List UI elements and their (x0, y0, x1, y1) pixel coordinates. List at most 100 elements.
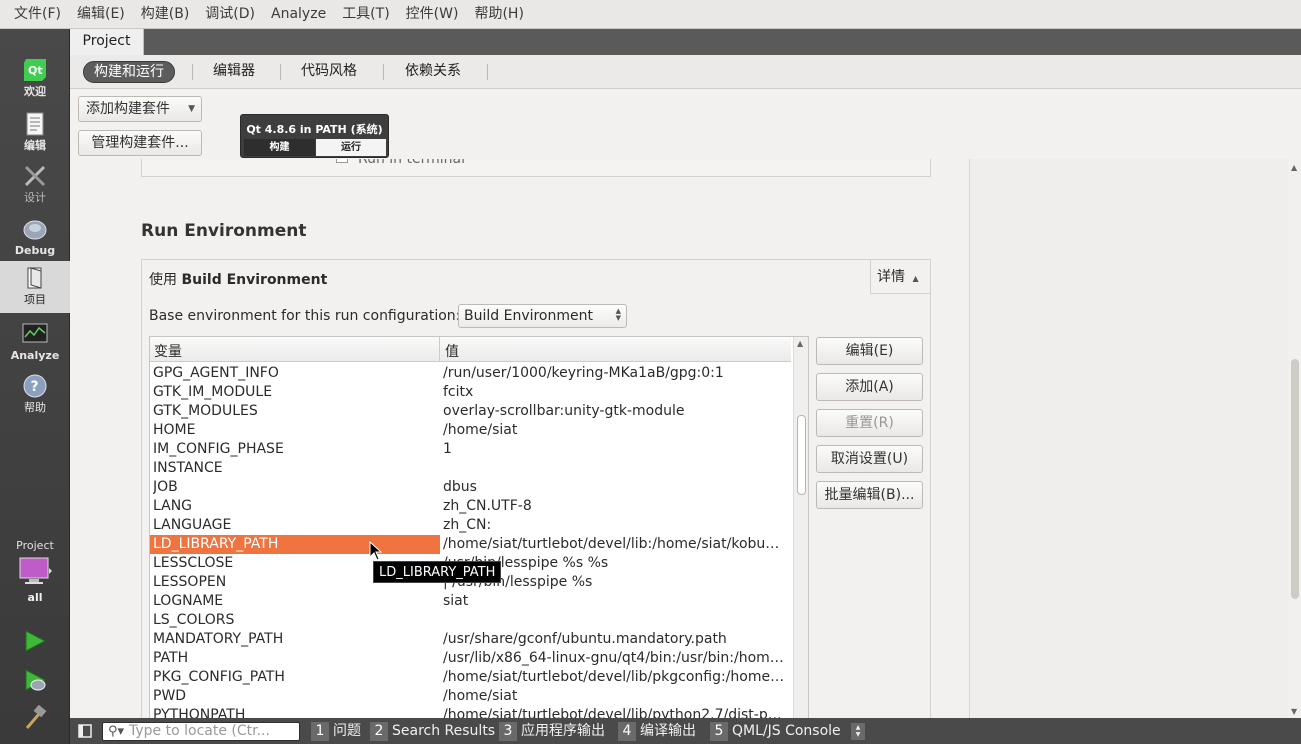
variable-name-cell[interactable]: JOB (153, 478, 439, 497)
variable-value-cell[interactable]: /home/siat (443, 421, 788, 440)
variable-value-cell[interactable]: /home/siat/turtlebot/devel/lib:/home/sia… (443, 535, 788, 554)
table-row[interactable]: PYTHONPATH/home/siat/turtlebot/devel/lib… (150, 706, 791, 718)
edit-variable-button[interactable]: 编辑(E) (816, 337, 923, 365)
menu-widgets[interactable]: 控件(W) (398, 0, 467, 29)
page-scroll-up-icon[interactable]: ▲ (1291, 163, 1297, 172)
pane-application-output[interactable]: 3 应用程序输出 (499, 722, 605, 741)
variable-value-cell[interactable]: overlay-scrollbar:unity-gtk-module (443, 402, 788, 421)
variable-value-cell[interactable]: /home/siat/turtlebot/devel/lib/pkgconfig… (443, 668, 788, 687)
table-row[interactable]: PWD/home/siat (150, 687, 791, 706)
target-monitor-icon[interactable] (18, 557, 52, 587)
variable-name-cell[interactable]: PWD (153, 687, 439, 706)
base-environment-select[interactable]: Build Environment ▲ ▼ (458, 304, 627, 328)
table-row[interactable]: HOME/home/siat (150, 421, 791, 440)
run-in-terminal-checkbox[interactable] (336, 159, 348, 163)
reset-variable-button[interactable]: 重置(R) (816, 409, 923, 437)
tab-project[interactable]: Project (70, 29, 144, 55)
variable-value-cell[interactable]: zh_CN: (443, 516, 788, 535)
variable-name-cell[interactable]: LOGNAME (153, 592, 439, 611)
run-icon[interactable] (22, 628, 48, 654)
add-variable-button[interactable]: 添加(A) (816, 373, 923, 401)
table-row[interactable]: PKG_CONFIG_PATH/home/siat/turtlebot/deve… (150, 668, 791, 687)
variable-name-cell[interactable]: LANGUAGE (153, 516, 439, 535)
tab-editor[interactable]: 编辑器 (203, 61, 265, 83)
variable-value-cell[interactable]: fcitx (443, 383, 788, 402)
variable-name-cell[interactable]: GTK_MODULES (153, 402, 439, 421)
table-scrollbar[interactable]: ▲ (793, 337, 808, 718)
variable-name-cell[interactable]: LS_COLORS (153, 611, 439, 630)
tab-code-style[interactable]: 代码风格 (291, 61, 367, 83)
kit-run-tab[interactable]: 运行 (316, 139, 386, 156)
table-row[interactable]: GTK_IM_MODULE fcitx (150, 383, 791, 402)
table-row[interactable]: LS_COLORS (150, 611, 791, 630)
manage-kits-button[interactable]: 管理构建套件... (78, 130, 202, 156)
table-row[interactable]: LOGNAME siat (150, 592, 791, 611)
variable-name-cell[interactable]: PYTHONPATH (153, 706, 439, 718)
variable-name-cell[interactable]: LD_LIBRARY_PATH (153, 535, 439, 554)
menu-build[interactable]: 构建(B) (133, 0, 198, 29)
table-row[interactable]: GPG_AGENT_INFO/run/user/1000/keyring-MKa… (150, 364, 791, 383)
mode-welcome[interactable]: Qt 欢迎 (0, 53, 70, 105)
pane-qml-console[interactable]: 5 QML/JS Console (710, 722, 841, 741)
variable-name-cell[interactable]: INSTANCE (153, 459, 439, 478)
table-scrollbar-thumb[interactable] (797, 415, 806, 495)
menu-edit[interactable]: 编辑(E) (69, 0, 133, 29)
debug-run-icon[interactable] (22, 667, 48, 693)
locator-input[interactable]: ⚲▾ Type to locate (Ctr... (102, 722, 300, 741)
variable-value-cell[interactable]: siat (443, 592, 788, 611)
variable-name-cell[interactable]: IM_CONFIG_PHASE (153, 440, 439, 459)
mode-design[interactable]: 设计 (0, 159, 70, 211)
unset-variable-button[interactable]: 取消设置(U) (816, 445, 923, 473)
page-scrollbar[interactable]: ▲ ▼ (1288, 159, 1301, 718)
table-row[interactable]: INSTANCE (150, 459, 791, 478)
variable-name-cell[interactable]: PKG_CONFIG_PATH (153, 668, 439, 687)
toggle-sidebar-icon[interactable] (78, 724, 92, 738)
table-row[interactable]: LANG zh_CN.UTF-8 (150, 497, 791, 516)
variable-name-cell[interactable]: PATH (153, 649, 439, 668)
variable-value-cell[interactable]: /home/siat/turtlebot/devel/lib/python2.7… (443, 706, 788, 718)
mode-projects[interactable]: 项目 (0, 261, 70, 313)
table-row[interactable]: GTK_MODULES overlay-scrollbar:unity-gtk-m… (150, 402, 791, 421)
variable-name-cell[interactable]: GPG_AGENT_INFO (153, 364, 439, 383)
add-kit-button[interactable]: 添加构建套件 ▼ (78, 96, 202, 122)
batch-edit-button[interactable]: 批量编辑(B)... (816, 481, 923, 509)
build-hammer-icon[interactable] (22, 705, 48, 731)
tab-build-and-run[interactable]: 构建和运行 (83, 61, 175, 83)
variable-value-cell[interactable]: dbus (443, 478, 788, 497)
pane-search-results[interactable]: 2 Search Results (370, 722, 495, 741)
mode-debug[interactable]: Debug (0, 212, 70, 264)
page-scroll-down-icon[interactable]: ▼ (1291, 707, 1297, 716)
pane-issues[interactable]: 1 问题 (311, 722, 361, 741)
variable-value-cell[interactable]: /home/siat (443, 687, 788, 706)
page-scrollbar-thumb[interactable] (1291, 359, 1299, 599)
table-row[interactable]: MANDATORY_PATH/usr/share/gconf/ubuntu.ma… (150, 630, 791, 649)
column-value[interactable]: 值 (445, 341, 459, 361)
variable-name-cell[interactable]: GTK_IM_MODULE (153, 383, 439, 402)
menu-help[interactable]: 帮助(H) (466, 0, 531, 29)
mode-help[interactable]: ? 帮助 (0, 369, 70, 421)
scroll-up-icon[interactable]: ▲ (797, 339, 803, 348)
menu-analyze[interactable]: Analyze (263, 0, 334, 29)
variable-value-cell[interactable]: 1 (443, 440, 788, 459)
variable-value-cell[interactable]: zh_CN.UTF-8 (443, 497, 788, 516)
variable-value-cell[interactable]: /run/user/1000/keyring-MKa1aB/gpg:0:1 (443, 364, 788, 383)
variable-value-cell[interactable]: /usr/lib/x86_64-linux-gnu/qt4/bin:/usr/b… (443, 649, 788, 668)
variable-value-cell[interactable]: /usr/share/gconf/ubuntu.mandatory.path (443, 630, 788, 649)
kit-build-tab[interactable]: 构建 (244, 139, 315, 156)
table-row[interactable]: IM_CONFIG_PHASE 1 (150, 440, 791, 459)
menu-debug[interactable]: 调试(D) (197, 0, 263, 29)
mode-edit[interactable]: 编辑 (0, 107, 70, 159)
mode-analyze[interactable]: Analyze (0, 317, 70, 369)
variable-name-cell[interactable]: LANG (153, 497, 439, 516)
table-row[interactable]: PATH/usr/lib/x86_64-linux-gnu/qt4/bin:/u… (150, 649, 791, 668)
pane-menu-arrows-icon[interactable]: ▲ ▼ (851, 723, 865, 740)
table-row[interactable]: LD_LIBRARY_PATH/home/siat/turtlebot/deve… (150, 535, 791, 554)
variable-name-cell[interactable]: HOME (153, 421, 439, 440)
column-divider[interactable] (439, 337, 440, 362)
menu-file[interactable]: 文件(F) (6, 0, 69, 29)
menu-tools[interactable]: 工具(T) (334, 0, 397, 29)
variable-name-cell[interactable]: MANDATORY_PATH (153, 630, 439, 649)
details-toggle-button[interactable]: 详情 ▲ (870, 260, 930, 294)
table-row[interactable]: LANGUAGE zh_CN: (150, 516, 791, 535)
table-row[interactable]: JOB dbus (150, 478, 791, 497)
